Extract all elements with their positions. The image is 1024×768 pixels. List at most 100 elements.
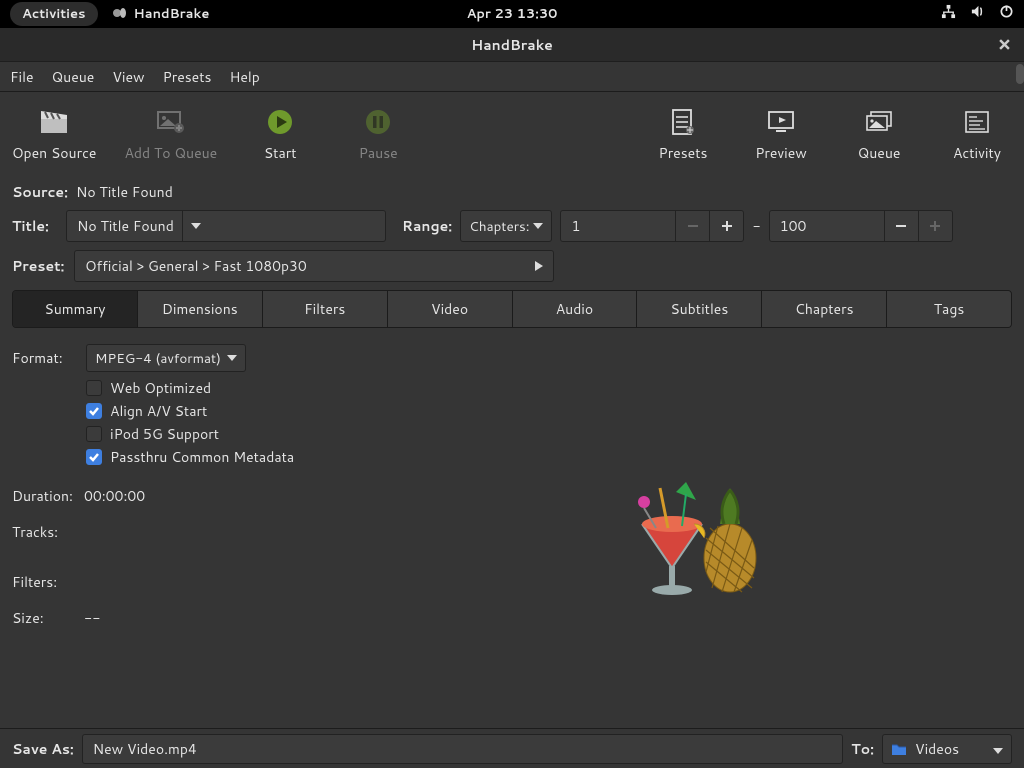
pause-icon (365, 107, 391, 137)
format-label: Format: (12, 348, 74, 368)
pictures-stack-icon (864, 107, 894, 137)
tracks-label: Tracks: (12, 522, 74, 542)
tab-audio[interactable]: Audio (513, 291, 638, 327)
tab-video[interactable]: Video (388, 291, 513, 327)
range-mode-combobox[interactable]: Chapters: (460, 210, 552, 242)
range-mode-value: Chapters: (469, 217, 529, 236)
chevron-down-icon (993, 739, 1003, 759)
preset-label: Preset: (12, 256, 66, 276)
sliders-document-icon (670, 107, 696, 137)
range-end-spinbutton[interactable]: 100 (769, 210, 953, 242)
align-av-label: Align A/V Start (110, 401, 207, 421)
menu-presets[interactable]: Presets (163, 67, 212, 87)
app-menu[interactable]: HandBrake (112, 4, 210, 25)
activity-button[interactable]: Activity (942, 107, 1012, 163)
power-icon[interactable] (999, 4, 1014, 24)
align-av-checkbox[interactable] (86, 403, 102, 419)
source-label: Source: (12, 182, 68, 202)
activity-label: Activity (953, 143, 1001, 163)
open-source-label: Open Source (12, 143, 96, 163)
format-value: MPEG-4 (avformat) (95, 349, 221, 368)
save-as-input[interactable]: New Video.mp4 (82, 734, 844, 764)
screen-play-icon (766, 107, 796, 137)
settings-tabs: Summary Dimensions Filters Video Audio S… (12, 290, 1012, 328)
preset-value: Official > General > Fast 1080p30 (85, 256, 307, 276)
passthru-meta-label: Passthru Common Metadata (110, 447, 294, 467)
tab-dimensions[interactable]: Dimensions (138, 291, 263, 327)
network-icon[interactable] (941, 4, 956, 24)
tab-summary[interactable]: Summary (13, 291, 138, 327)
chevron-right-icon (535, 261, 543, 271)
save-as-bar: Save As: New Video.mp4 To: Videos (0, 728, 1024, 768)
presets-label: Presets (659, 143, 708, 163)
size-label: Size: (12, 608, 74, 628)
chevron-down-icon (182, 211, 210, 241)
open-source-button[interactable]: Open Source (12, 107, 96, 163)
menu-bar: File Queue View Presets Help (0, 62, 1024, 92)
save-to-folder-name: Videos (915, 739, 959, 759)
activities-button[interactable]: Activities (10, 2, 98, 26)
window-close-button[interactable] (994, 34, 1014, 54)
passthru-meta-checkbox[interactable] (86, 449, 102, 465)
tab-subtitles[interactable]: Subtitles (637, 291, 762, 327)
save-as-label: Save As: (12, 739, 74, 759)
add-picture-icon (156, 107, 186, 137)
handbrake-app-icon (112, 4, 128, 25)
title-combobox[interactable]: No Title Found (66, 210, 386, 242)
source-value: No Title Found (76, 182, 173, 202)
menu-queue[interactable]: Queue (52, 67, 95, 87)
save-to-folder-button[interactable]: Videos (882, 734, 1012, 764)
range-start-spinbutton[interactable]: 1 (560, 210, 744, 242)
plus-icon[interactable] (709, 211, 743, 241)
range-dash: - (752, 216, 760, 236)
preset-combobox[interactable]: Official > General > Fast 1080p30 (74, 250, 554, 282)
range-label: Range: (402, 216, 452, 236)
tab-tags[interactable]: Tags (887, 291, 1011, 327)
pause-button: Pause (343, 107, 413, 163)
preview-button[interactable]: Preview (746, 107, 816, 163)
menu-file[interactable]: File (10, 67, 34, 87)
chevron-down-icon (533, 223, 543, 229)
size-value: -- (84, 608, 101, 628)
tab-chapters[interactable]: Chapters (762, 291, 887, 327)
film-clapper-icon (39, 107, 69, 137)
main-toolbar: Open Source Add To Queue Start Pause Pre… (0, 92, 1024, 172)
activity-log-icon (963, 107, 991, 137)
preview-label: Preview (755, 143, 807, 163)
pause-label: Pause (359, 143, 398, 163)
queue-button[interactable]: Queue (844, 107, 914, 163)
save-as-filename: New Video.mp4 (93, 739, 197, 759)
volume-icon[interactable] (970, 4, 985, 24)
title-label: Title: (12, 216, 58, 236)
menu-help[interactable]: Help (229, 67, 259, 87)
play-icon (267, 107, 293, 137)
minus-icon[interactable] (884, 211, 918, 241)
range-start-value: 1 (561, 216, 675, 236)
presets-button[interactable]: Presets (648, 107, 718, 163)
vertical-scrollbar[interactable] (1016, 64, 1024, 84)
chevron-down-icon (227, 355, 237, 361)
range-end-value: 100 (770, 216, 884, 236)
queue-label: Queue (858, 143, 901, 163)
ipod5g-checkbox[interactable] (86, 426, 102, 442)
add-to-queue-button: Add To Queue (124, 107, 217, 163)
handbrake-logo-art (612, 468, 782, 608)
filters-label: Filters: (12, 572, 74, 592)
app-menu-label: HandBrake (134, 5, 210, 23)
folder-icon (891, 742, 907, 756)
web-optimized-label: Web Optimized (110, 378, 211, 398)
title-combobox-value: No Title Found (77, 216, 174, 236)
web-optimized-checkbox[interactable] (86, 380, 102, 396)
start-label: Start (264, 143, 297, 163)
window-title: HandBrake (471, 35, 553, 55)
duration-label: Duration: (12, 486, 74, 506)
menu-view[interactable]: View (112, 67, 144, 87)
start-button[interactable]: Start (245, 107, 315, 163)
format-combobox[interactable]: MPEG-4 (avformat) (86, 344, 246, 372)
tab-filters[interactable]: Filters (263, 291, 388, 327)
save-to-label: To: (851, 739, 874, 759)
ipod5g-label: iPod 5G Support (110, 424, 219, 444)
window-titlebar: HandBrake (0, 28, 1024, 62)
close-icon (999, 39, 1010, 50)
add-to-queue-label: Add To Queue (124, 143, 217, 163)
